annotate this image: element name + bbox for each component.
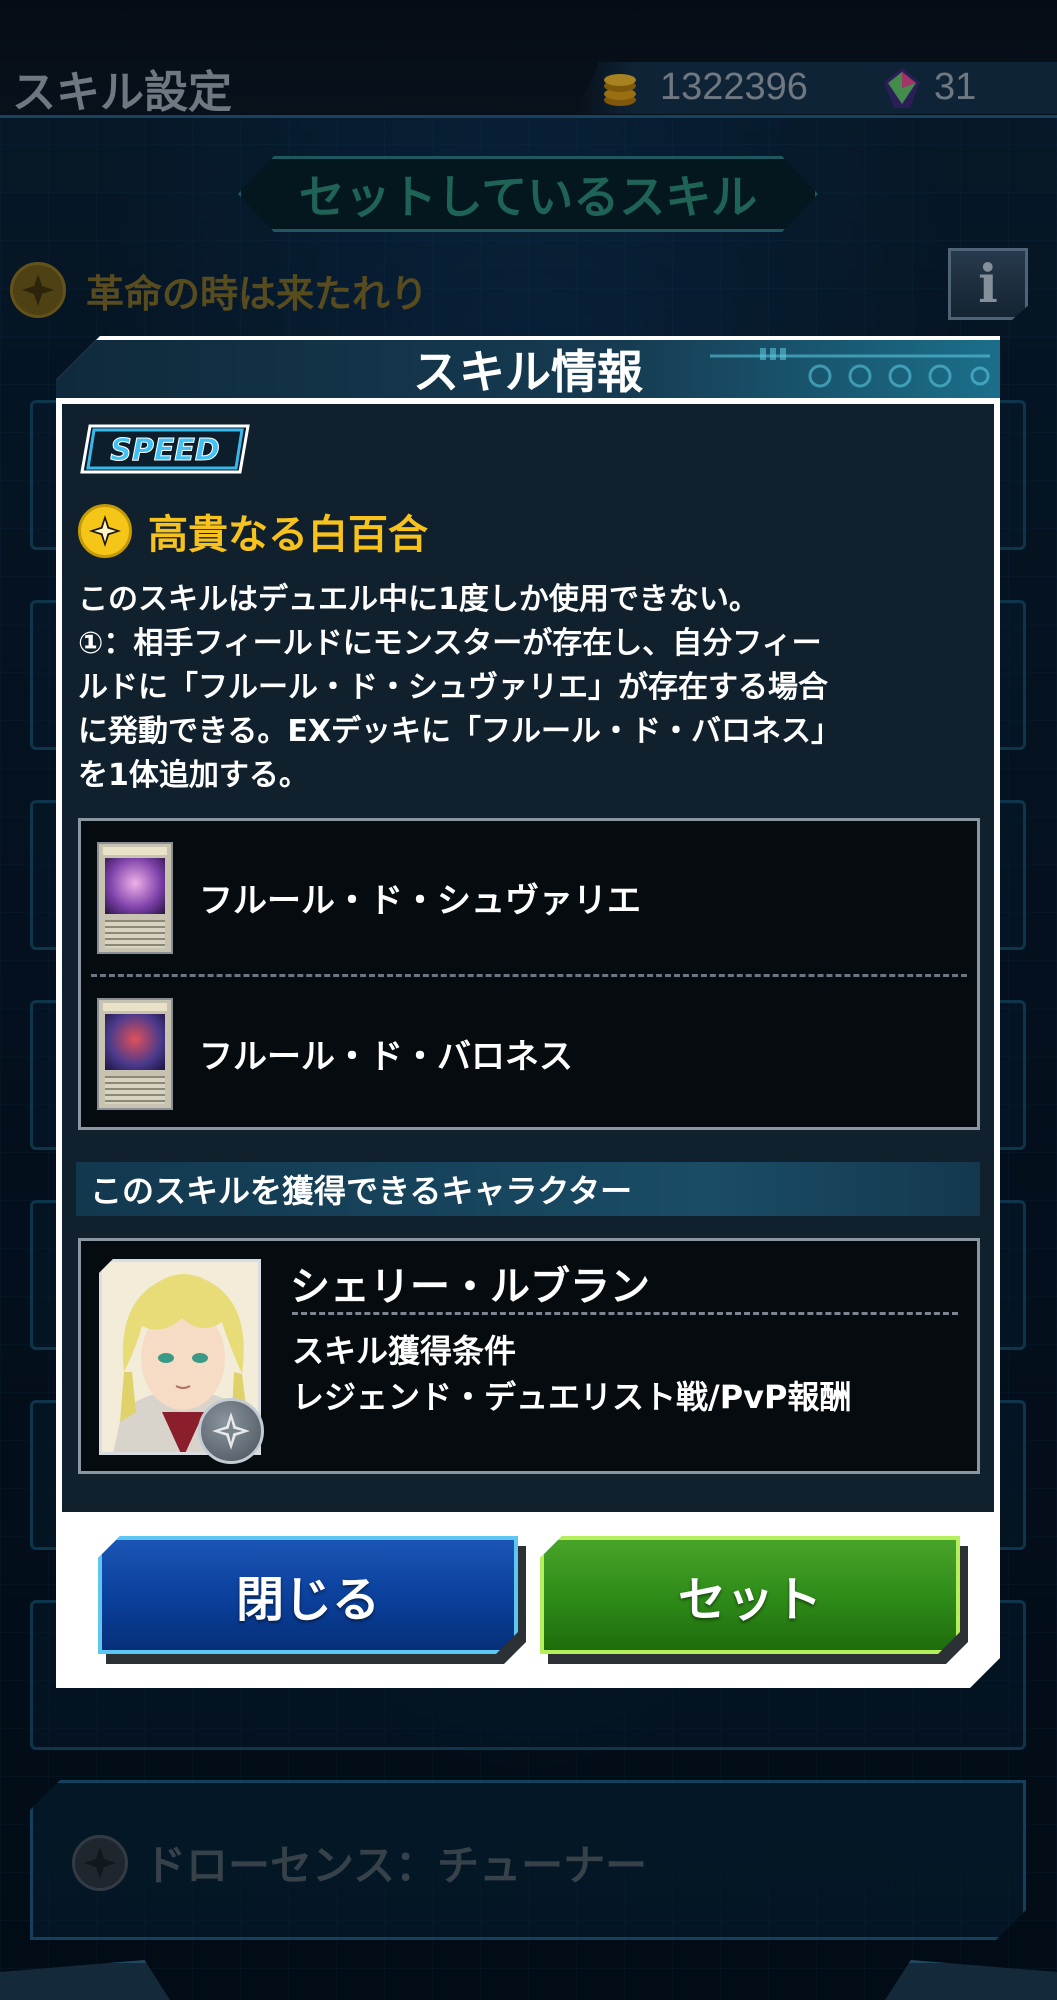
card-thumbnail[interactable] xyxy=(97,841,173,954)
acquisition-condition-value: レジェンド・デュエリスト戦/PvP報酬 xyxy=(292,1378,852,1416)
skill-description-line: を1体追加する。 xyxy=(78,758,309,793)
speed-badge-label: SPEED xyxy=(110,433,219,468)
close-button[interactable]: 閉じる xyxy=(98,1536,518,1654)
character-section-label: このスキルを獲得できるキャラクター xyxy=(76,1162,980,1216)
card-list-item[interactable]: フルール・ド・バロネス xyxy=(81,977,977,1130)
acquisition-condition-label: スキル獲得条件 xyxy=(292,1332,517,1370)
skill-description-line: に発動できる。EXデッキに「フルール・ド・バロネス」 xyxy=(78,714,842,749)
skill-header: 高貴なる白百合 xyxy=(78,502,428,560)
skill-description: このスキルはデュエル中に1度しか使用できない。 ①：相手フィールドにモンスターが… xyxy=(78,578,978,798)
speed-badge-icon: SPEED xyxy=(80,424,250,474)
skill-name: 高貴なる白百合 xyxy=(148,512,428,558)
set-button[interactable]: セット xyxy=(540,1536,960,1654)
card-name: フルール・ド・シュヴァリエ xyxy=(199,881,641,921)
skill-description-line: このスキルはデュエル中に1度しか使用できない。 xyxy=(78,582,759,617)
related-cards-list: フルール・ド・シュヴァリエ フルール・ド・バロネス xyxy=(78,818,980,1130)
card-name: フルール・ド・バロネス xyxy=(199,1037,573,1077)
divider xyxy=(292,1312,958,1315)
card-list-item[interactable]: フルール・ド・シュヴァリエ xyxy=(81,821,977,974)
skill-description-line: ルドに「フルール・ド・シュヴァリエ」が存在する場合 xyxy=(78,670,828,705)
skill-star-icon xyxy=(198,1398,264,1464)
character-name: シェリー・ルブラン xyxy=(290,1264,650,1310)
skill-star-icon xyxy=(78,504,132,558)
card-thumbnail[interactable] xyxy=(97,997,173,1110)
skill-description-line: ①：相手フィールドにモンスターが存在し、自分フィー xyxy=(78,626,822,661)
dialog-title: スキル情報 xyxy=(413,345,643,399)
